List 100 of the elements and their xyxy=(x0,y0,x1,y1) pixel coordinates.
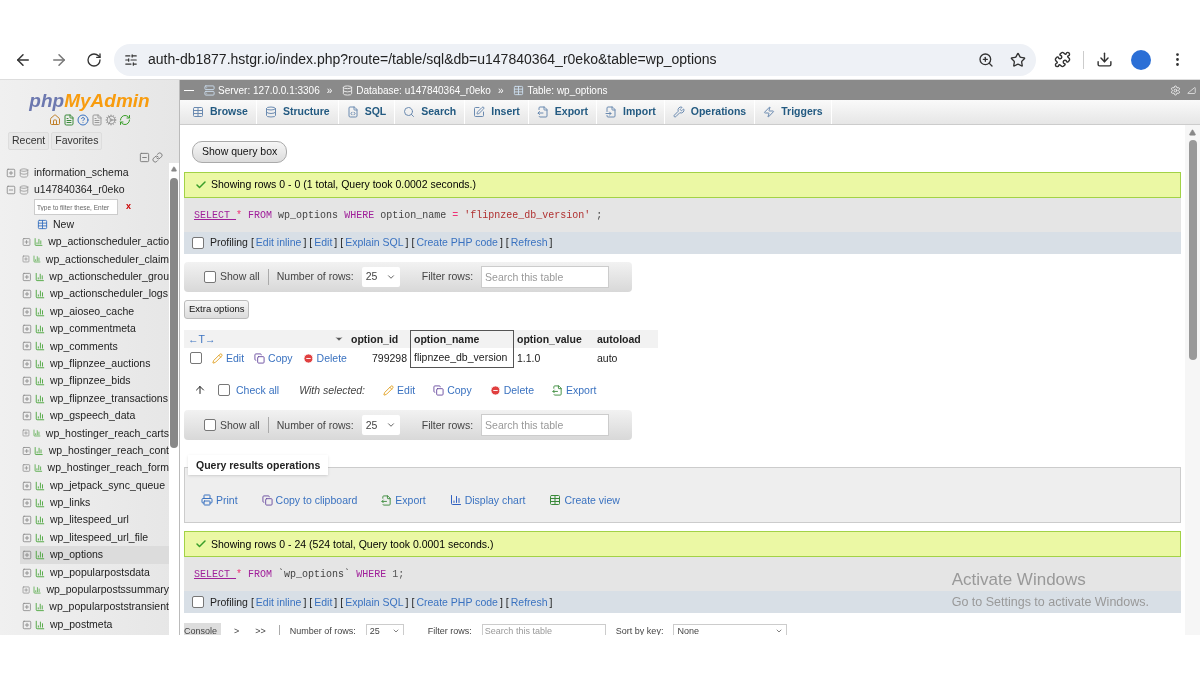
profiling-link[interactable]: Refresh xyxy=(510,594,548,611)
bulk-action-link[interactable]: Copy xyxy=(433,382,472,399)
profiling-link[interactable]: Create PHP code xyxy=(416,235,498,251)
checkbox[interactable] xyxy=(192,237,204,249)
nav-tab[interactable]: Export xyxy=(528,100,598,124)
console-tab[interactable]: Console xyxy=(184,623,222,635)
row-action-link[interactable]: Copy xyxy=(254,350,293,367)
table-item[interactable]: wp_commentmeta xyxy=(20,320,169,338)
expand-icon[interactable] xyxy=(22,358,32,369)
expand-icon[interactable] xyxy=(22,411,32,421)
rows-select[interactable]: 25 xyxy=(365,624,404,635)
pager-button[interactable]: >> xyxy=(252,624,269,635)
expand-icon[interactable] xyxy=(22,324,32,335)
column-resize-control[interactable]: ←T→ xyxy=(184,330,324,349)
column-header[interactable]: option_id xyxy=(348,330,410,349)
nav-tab[interactable]: Structure xyxy=(256,100,339,124)
expand-icon[interactable] xyxy=(22,428,30,439)
table-item[interactable]: wp_postmeta xyxy=(20,616,169,634)
operation-link[interactable]: Export xyxy=(381,492,426,509)
filter-field[interactable]: Search this table xyxy=(481,414,610,437)
profiling-link[interactable]: Edit xyxy=(314,594,333,611)
table-item[interactable]: wp_aioseo_cache xyxy=(20,302,169,321)
star-icon[interactable] xyxy=(1010,51,1026,68)
profiling-link[interactable]: Refresh xyxy=(510,235,548,251)
scrollbar-thumb[interactable] xyxy=(170,178,178,448)
checkbox[interactable] xyxy=(204,419,216,432)
reload-icon[interactable] xyxy=(86,51,102,68)
help-icon[interactable] xyxy=(76,114,89,126)
expand-icon[interactable] xyxy=(22,584,31,595)
document-icon[interactable] xyxy=(62,114,75,126)
table-item[interactable]: wp_popularpoststransient xyxy=(20,598,169,616)
expand-icon[interactable] xyxy=(22,480,32,491)
checkbox[interactable] xyxy=(190,352,202,365)
bulk-action-link[interactable]: Edit xyxy=(383,382,416,399)
table-item[interactable]: wp_litespeed_url xyxy=(20,511,169,530)
expand-icon[interactable] xyxy=(22,341,32,352)
expand-icon[interactable] xyxy=(22,567,32,578)
database-item[interactable]: u147840364_r0eko xyxy=(34,181,125,198)
table-item[interactable]: wp_actionscheduler_logs xyxy=(20,285,169,303)
column-header[interactable]: option_name xyxy=(410,330,514,349)
scroll-up-arrow-icon[interactable] xyxy=(1189,129,1196,136)
table-item[interactable]: wp_jetpack_sync_queue xyxy=(20,476,169,495)
checkbox[interactable] xyxy=(192,596,204,609)
table-item[interactable]: wp_flipnzee_bids xyxy=(20,372,169,390)
operation-link[interactable]: Display chart xyxy=(449,492,526,509)
home-icon[interactable] xyxy=(48,114,61,126)
operation-link[interactable]: Copy to clipboard xyxy=(261,492,358,509)
sort-select[interactable]: None xyxy=(673,624,788,635)
checkbox[interactable] xyxy=(204,271,216,283)
table-item[interactable]: wp_comments xyxy=(20,337,169,356)
expand-icon[interactable] xyxy=(22,393,32,404)
filter-field[interactable]: Search this table xyxy=(481,266,610,288)
table-item[interactable]: wp_hostinger_reach_form xyxy=(20,459,169,477)
bulk-action-link[interactable]: Export xyxy=(552,382,597,399)
table-item[interactable]: wp_actionscheduler_grou xyxy=(20,268,169,286)
profile-avatar[interactable] xyxy=(1131,49,1151,70)
scrollbar[interactable] xyxy=(169,163,179,635)
table-item[interactable]: wp_hostinger_reach_cont xyxy=(20,442,169,460)
profiling-link[interactable]: Explain SQL xyxy=(345,235,404,251)
sidebar-tab-button[interactable]: Recent xyxy=(8,132,50,150)
show-query-box-button[interactable]: Show query box xyxy=(192,141,288,163)
extra-options-button[interactable]: Extra options xyxy=(184,300,250,319)
expand-icon[interactable] xyxy=(22,532,32,543)
site-settings-icon[interactable] xyxy=(124,52,138,67)
show-all-label[interactable]: Show all xyxy=(220,417,260,434)
pager-button[interactable]: > xyxy=(231,624,243,635)
table-item[interactable]: wp_gspeech_data xyxy=(20,407,169,425)
table-item[interactable]: wp_popularpostssummary xyxy=(20,581,169,599)
sidebar-tab-button[interactable]: Favorites xyxy=(51,132,103,150)
operation-link[interactable]: Create view xyxy=(549,492,620,509)
nav-tab[interactable]: Search xyxy=(395,100,466,124)
extensions-icon[interactable] xyxy=(1054,51,1071,68)
profiling-link[interactable]: Explain SQL xyxy=(345,594,404,611)
expand-icon[interactable] xyxy=(6,167,16,178)
database-item[interactable]: information_schema xyxy=(34,164,129,181)
expand-icon[interactable] xyxy=(22,306,32,317)
profiling-link[interactable]: Create PHP code xyxy=(416,594,498,611)
expand-icon[interactable] xyxy=(22,289,32,300)
table-item[interactable]: wp_popularpostsdata xyxy=(20,563,169,582)
table-item[interactable]: wp_actionscheduler_claim xyxy=(20,250,169,269)
table-item[interactable]: wp_flipnzee_transactions xyxy=(20,389,169,408)
nav-tab[interactable]: Operations xyxy=(664,100,756,124)
scrollbar-thumb[interactable] xyxy=(1188,140,1197,360)
settings-icon[interactable] xyxy=(1170,84,1181,96)
table-item[interactable]: wp_actionscheduler_actio xyxy=(20,233,169,251)
row-action-link[interactable]: Edit xyxy=(212,350,245,367)
table-item[interactable]: wp_options xyxy=(20,546,169,564)
table-item[interactable]: wp_hostinger_reach_carts xyxy=(20,424,169,443)
bulk-action-link[interactable]: Delete xyxy=(489,382,534,399)
expand-icon[interactable] xyxy=(22,445,32,456)
profiling-link[interactable]: Edit xyxy=(314,235,333,251)
table-item[interactable]: wp_flipnzee_auctions xyxy=(20,355,169,373)
rows-select[interactable]: 25 xyxy=(361,415,400,436)
check-all-label[interactable]: Check all xyxy=(236,382,280,399)
link-icon[interactable] xyxy=(152,152,163,163)
table-item[interactable]: wp_links xyxy=(20,494,169,512)
expand-icon[interactable] xyxy=(22,254,30,265)
column-header[interactable]: option_value xyxy=(514,330,594,349)
operation-link[interactable]: Print xyxy=(201,492,238,509)
scrollbar[interactable] xyxy=(1185,125,1200,635)
